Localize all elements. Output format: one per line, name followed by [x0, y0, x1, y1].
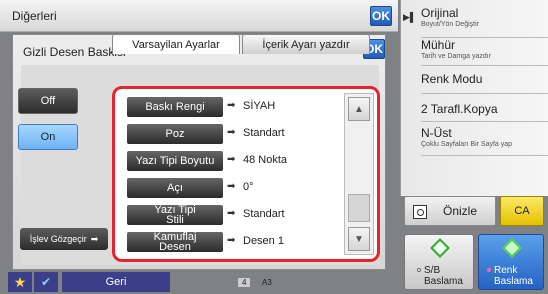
right-item-stamp[interactable]: Mühür Tarih ve Damga yazdır	[421, 38, 548, 66]
tab-print-content[interactable]: İçerik Ayarı yazdır	[242, 34, 370, 54]
list-item: Kamuflaj Desen ➡ Desen 1	[121, 230, 337, 254]
top-ok-button[interactable]: OK	[370, 6, 392, 26]
setting-value: Desen 1	[243, 235, 284, 247]
setting-value: SİYAH	[243, 100, 276, 112]
tab-default-settings[interactable]: Varsayilan Ayarlar	[112, 34, 240, 54]
arrow-right-icon: ➡	[227, 235, 236, 246]
arrow-right-icon: ➡	[227, 181, 236, 192]
clear-all-button[interactable]: CA	[500, 196, 544, 226]
right-item-label: N-Üst	[421, 126, 452, 140]
setting-value: Standart	[243, 208, 285, 220]
settings-list-highlight: Baskı Rengi ➡ SİYAH Poz ➡ Standart Yazı …	[112, 86, 380, 262]
scroll-thumb[interactable]	[348, 194, 370, 222]
right-item-duplex[interactable]: 2 Tarafl.Kopya	[421, 94, 548, 122]
copy-counter: 4	[238, 278, 251, 287]
bottom-bar	[0, 270, 398, 294]
function-review-button[interactable]: İşlev Gözgeçir ➡	[20, 228, 108, 250]
right-item-original[interactable]: Orijinal Boyut/Yön Değiştir	[421, 6, 548, 38]
right-item-label: Orijinal	[421, 6, 459, 20]
start-bw-label-2: Baslama	[424, 276, 463, 287]
bw-dot-icon	[417, 268, 421, 273]
list-item: Açı ➡ 0°	[121, 176, 337, 200]
scroll-down-icon[interactable]: ▼	[348, 227, 370, 251]
right-item-color-mode[interactable]: Renk Modu	[421, 66, 548, 94]
arrow-right-icon: ➡	[227, 208, 236, 219]
start-diamond-icon	[502, 238, 522, 258]
start-color-label: Renk	[494, 265, 518, 276]
color-dot-icon	[487, 268, 491, 273]
setting-button-exposure[interactable]: Poz	[127, 124, 223, 144]
start-color-label-2: Baslama	[494, 276, 533, 287]
arrow-right-icon: ➡	[227, 100, 236, 111]
start-diamond-icon	[430, 238, 450, 258]
top-bar: Diğerleri OK	[0, 0, 398, 32]
preview-label: Önizle	[443, 204, 478, 218]
scroll-up-icon[interactable]: ▲	[348, 97, 370, 121]
back-button[interactable]: Geri	[62, 272, 170, 292]
right-item-sublabel: Çoklu Sayfaları Bir Sayfa yap	[421, 141, 513, 148]
setting-button-print-color[interactable]: Baskı Rengi	[127, 97, 223, 117]
panel-toggle-icon[interactable]: ▶▌	[403, 12, 416, 23]
right-panel: ▶▌ Orijinal Boyut/Yön Değiştir Mühür Tar…	[400, 0, 548, 196]
right-item-sublabel: Tarih ve Damga yazdır	[421, 53, 492, 60]
screen-title: Diğerleri	[12, 9, 57, 23]
list-scrollbar[interactable]: ▲ ▼	[344, 93, 374, 255]
setting-button-font-size[interactable]: Yazı Tipi Boyutu	[127, 151, 223, 171]
list-item: Yazı Tipi Stili ➡ Standart	[121, 203, 337, 227]
right-item-sublabel: Boyut/Yön Değiştir	[421, 21, 479, 28]
right-item-label: Mühür	[421, 38, 456, 52]
preview-icon	[413, 205, 427, 219]
setting-button-font-style[interactable]: Yazı Tipi Stili	[127, 205, 223, 226]
paper-size-indicator: A3	[262, 278, 272, 287]
setting-value: Standart	[243, 127, 285, 139]
setting-value: 0°	[243, 181, 254, 193]
list-item: Poz ➡ Standart	[121, 122, 337, 146]
right-item-n-up[interactable]: N-Üst Çoklu Sayfaları Bir Sayfa yap	[421, 122, 548, 156]
dialog-title: Gizli Desen Baskisi	[23, 45, 126, 59]
function-review-label: İşlev Gözgeçir	[29, 234, 87, 244]
arrow-right-icon: ➡	[227, 154, 236, 165]
start-bw-button[interactable]: S/B Baslama	[404, 234, 474, 290]
list-item: Baskı Rengi ➡ SİYAH	[121, 95, 337, 119]
setting-value: 48 Nokta	[243, 154, 288, 166]
favorites-star-icon[interactable]: ★	[8, 272, 32, 292]
arrow-right-icon: ➡	[90, 233, 99, 244]
off-button[interactable]: Off	[18, 88, 78, 114]
setting-button-angle[interactable]: Açı	[127, 178, 223, 198]
on-button[interactable]: On	[18, 124, 78, 150]
arrow-right-icon: ➡	[227, 127, 236, 138]
start-bw-label: S/B	[424, 265, 441, 276]
settings-list: Baskı Rengi ➡ SİYAH Poz ➡ Standart Yazı …	[121, 93, 337, 255]
preview-button[interactable]: Önizle	[404, 196, 496, 226]
right-item-label: Renk Modu	[421, 72, 483, 86]
setting-button-camouflage-pattern[interactable]: Kamuflaj Desen	[127, 232, 223, 253]
check-icon[interactable]: ✔	[34, 272, 58, 292]
list-item: Yazı Tipi Boyutu ➡ 48 Nokta	[121, 149, 337, 173]
right-item-label: 2 Tarafl.Kopya	[421, 102, 498, 116]
start-color-button[interactable]: Renk Baslama	[478, 234, 544, 290]
